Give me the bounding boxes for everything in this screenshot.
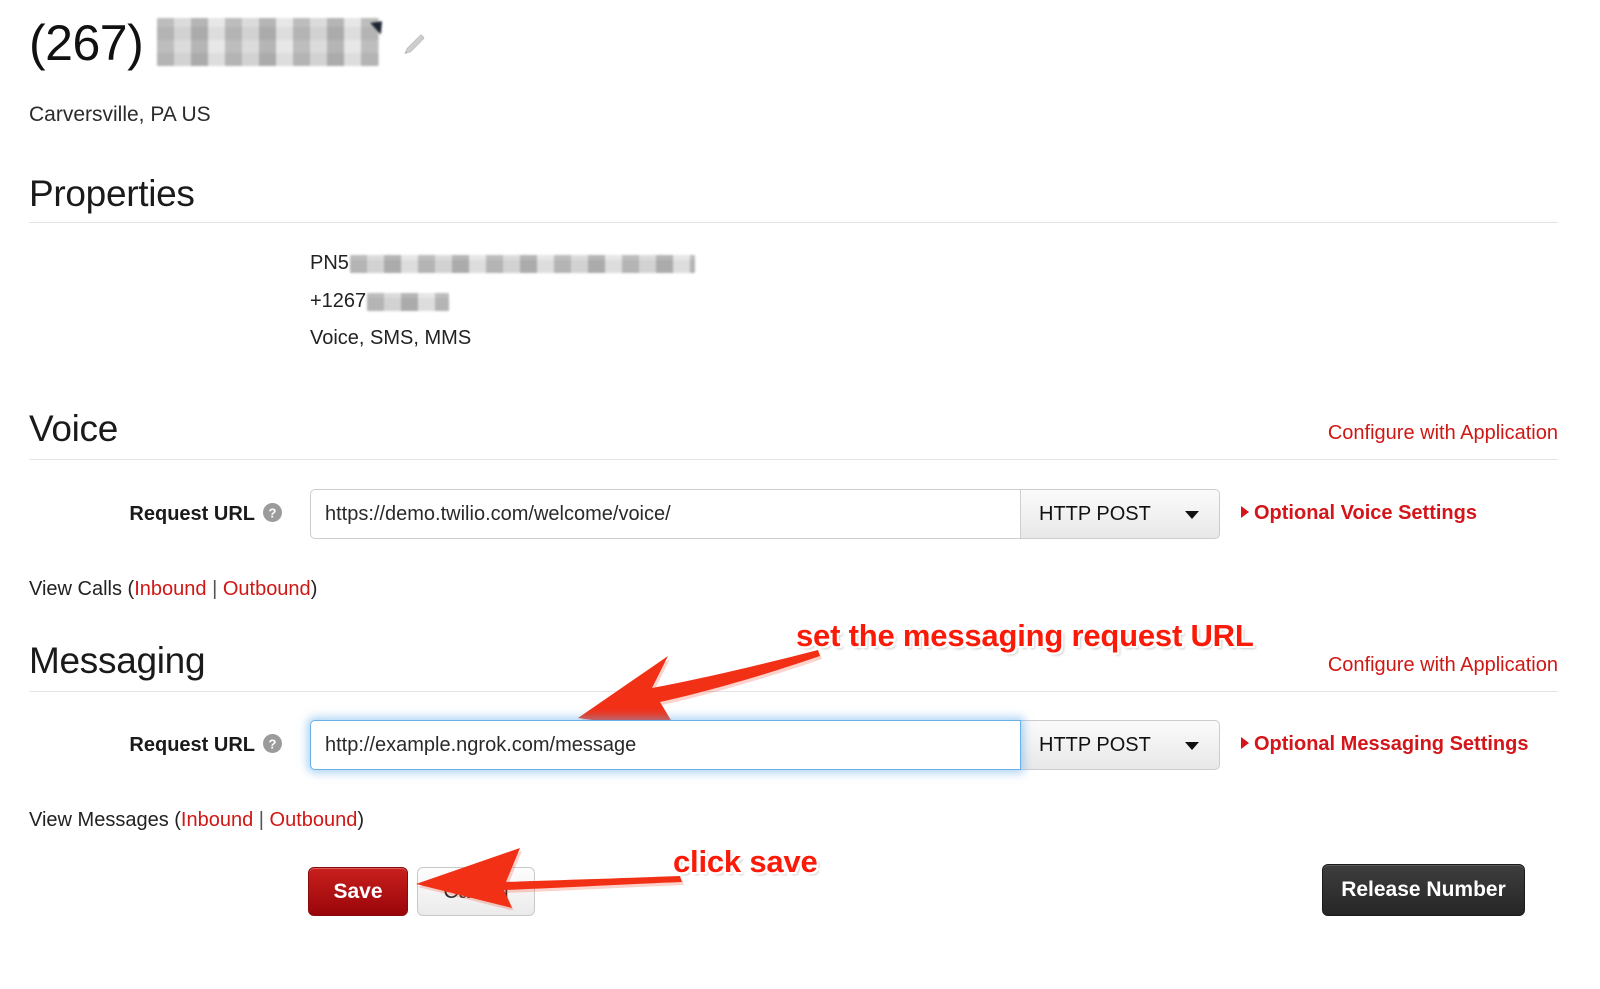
svg-text:?: ? [269, 736, 277, 751]
optional-voice-settings-label: Optional Voice Settings [1254, 502, 1477, 524]
messaging-help-question-mark-icon[interactable]: ? [263, 734, 282, 753]
view-calls-suffix: ) [310, 578, 318, 600]
voice-http-method-value: HTTP POST [1039, 502, 1151, 525]
pencil-icon[interactable] [401, 32, 427, 63]
voice-divider [29, 459, 1558, 460]
property-value-sid: PN5 [310, 252, 695, 275]
voice-help-question-mark-icon[interactable]: ? [263, 503, 282, 522]
view-messages-outbound-link[interactable]: Outbound [270, 809, 358, 831]
properties-heading: Properties [29, 173, 195, 214]
view-calls-prefix: View Calls ( [29, 578, 135, 600]
annotation-text-click-save: click save [673, 844, 818, 879]
voice-request-url-label: Request URL [129, 503, 255, 525]
chevron-down-icon [1185, 511, 1199, 519]
voice-configure-with-application-link[interactable]: Configure with Application [1328, 422, 1558, 445]
property-value-sid-text: PN5 [310, 252, 349, 274]
property-value-number: +1267 [310, 290, 450, 313]
view-calls-inbound-link[interactable]: Inbound [134, 578, 206, 600]
messaging-heading: Messaging [29, 640, 206, 681]
view-messages-suffix: ) [357, 809, 365, 831]
redacted-tick [370, 21, 385, 36]
view-calls-line: View Calls (Inbound | Outbound) [29, 578, 317, 601]
view-calls-separator: | [206, 578, 223, 600]
messaging-http-method-select[interactable]: HTTP POST [1020, 720, 1220, 770]
svg-text:?: ? [269, 505, 277, 520]
redacted-phone-number [157, 18, 385, 66]
chevron-down-icon [1185, 742, 1199, 750]
triangle-right-icon [1241, 737, 1249, 749]
page-title: (267) [29, 15, 144, 71]
view-messages-prefix: View Messages ( [29, 809, 181, 831]
view-calls-outbound-link[interactable]: Outbound [223, 578, 311, 600]
property-value-number-text: +1267 [310, 290, 367, 312]
redacted-number [367, 292, 450, 311]
messaging-configure-with-application-link[interactable]: Configure with Application [1328, 654, 1558, 677]
view-messages-inbound-link[interactable]: Inbound [181, 809, 253, 831]
messaging-request-url-input[interactable] [310, 720, 1021, 770]
page-header: (267) [29, 14, 427, 72]
optional-messaging-settings-label: Optional Messaging Settings [1254, 733, 1529, 755]
optional-messaging-settings-toggle[interactable]: Optional Messaging Settings [1241, 733, 1528, 756]
redacted-sid [349, 254, 695, 273]
release-number-button[interactable]: Release Number [1322, 864, 1525, 916]
annotation-text-set-url: set the messaging request URL [796, 618, 1254, 653]
view-messages-line: View Messages (Inbound | Outbound) [29, 809, 364, 832]
voice-request-url-input[interactable] [310, 489, 1021, 539]
triangle-right-icon [1241, 506, 1249, 518]
optional-voice-settings-toggle[interactable]: Optional Voice Settings [1241, 502, 1477, 525]
view-messages-separator: | [253, 809, 270, 831]
properties-divider [29, 222, 1558, 223]
cancel-button[interactable]: Cancel [417, 867, 535, 916]
number-location: Carversville, PA US [29, 103, 211, 126]
save-button[interactable]: Save [308, 867, 408, 916]
voice-heading: Voice [29, 408, 119, 449]
messaging-divider [29, 691, 1558, 692]
property-value-capabilities: Voice, SMS, MMS [310, 327, 472, 349]
messaging-request-url-label: Request URL [129, 734, 255, 756]
voice-http-method-select[interactable]: HTTP POST [1020, 489, 1220, 539]
phone-number-configuration-page: (267) Carversville, PA US Properties Sid… [0, 0, 1600, 989]
messaging-http-method-value: HTTP POST [1039, 733, 1151, 756]
